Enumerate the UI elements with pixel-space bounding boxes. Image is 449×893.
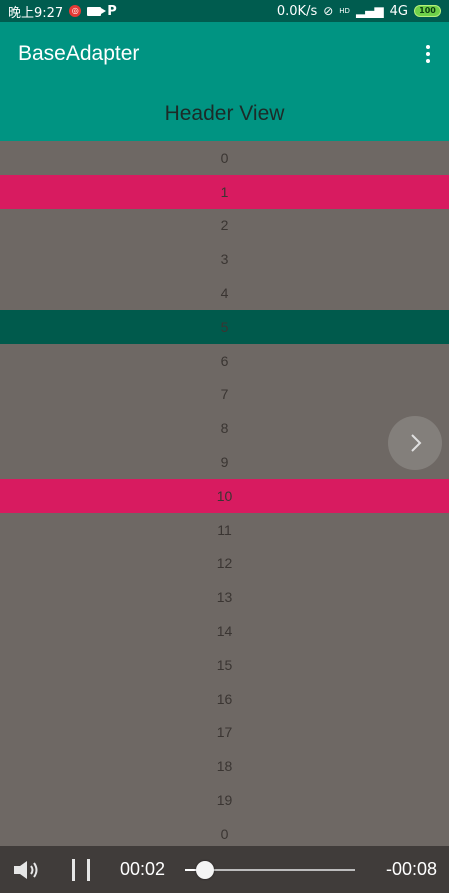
list-item-label: 7 <box>220 386 229 403</box>
header-view: Header View <box>0 86 449 141</box>
seek-bar[interactable] <box>185 860 356 879</box>
list-item[interactable]: 5 <box>0 309 449 344</box>
list-item[interactable]: 7 <box>0 378 449 412</box>
p-notification-icon: P <box>107 3 117 19</box>
list-item[interactable]: 1 <box>0 174 449 209</box>
seek-thumb[interactable] <box>196 860 215 879</box>
hd-label: HD <box>339 7 350 15</box>
time-elapsed: 00:02 <box>120 859 166 879</box>
app-bar: BaseAdapter <box>0 22 449 86</box>
list-item-label: 14 <box>216 623 233 640</box>
video-notification-icon <box>87 6 107 16</box>
list-item[interactable]: 3 <box>0 242 449 276</box>
list-item-label: 9 <box>220 454 229 471</box>
list-item[interactable]: 12 <box>0 547 449 581</box>
list-item-label: 4 <box>220 285 229 302</box>
list-item-label: 0 <box>220 149 229 166</box>
list-item[interactable]: 4 <box>0 276 449 310</box>
weibo-notification-icon: ◎ <box>69 5 82 17</box>
status-time: 晚上9:27 <box>8 5 64 21</box>
list-item[interactable]: 10 <box>0 478 449 513</box>
list-item-label: 17 <box>216 724 233 741</box>
next-button[interactable] <box>388 416 442 470</box>
player-controls: 00:02 -00:08 <box>0 846 449 893</box>
pause-icon[interactable] <box>72 858 90 881</box>
list-item[interactable]: 16 <box>0 682 449 716</box>
item-list[interactable]: 0 1 2 3 4 5 6 7 8 9 10 11 12 13 14 15 16 17 18 19 0 <box>0 141 449 851</box>
list-item-label: 8 <box>220 420 229 437</box>
list-item[interactable]: 17 <box>0 716 449 750</box>
list-item-label: 3 <box>220 251 229 268</box>
app-title: BaseAdapter <box>18 42 140 65</box>
list-item-label: 1 <box>220 183 229 200</box>
list-item[interactable]: 8 <box>0 411 449 445</box>
list-item-label: 11 <box>217 521 232 538</box>
list-item[interactable]: 2 <box>0 209 449 243</box>
chevron-right-icon <box>411 434 422 452</box>
list-item[interactable]: 18 <box>0 749 449 783</box>
list-item[interactable]: 19 <box>0 783 449 817</box>
list-item-label: 6 <box>220 352 229 369</box>
list-item[interactable]: 15 <box>0 648 449 682</box>
list-item[interactable]: 6 <box>0 344 449 378</box>
status-bar: 晚上9:27 ◎ P 0.0K/s ⊘ HD ▂▄▆ 4G 100 <box>0 0 449 22</box>
list-item-label: 19 <box>216 792 233 809</box>
network-type: 4G <box>389 3 408 19</box>
list-item-label: 10 <box>216 487 233 504</box>
list-item-label: 15 <box>216 656 233 673</box>
list-item-label: 0 <box>220 825 229 842</box>
list-item-label: 12 <box>216 555 233 572</box>
list-item-label: 16 <box>216 690 233 707</box>
list-item[interactable]: 14 <box>0 614 449 648</box>
list-item[interactable]: 13 <box>0 580 449 614</box>
list-item-label: 2 <box>220 217 229 234</box>
list-item[interactable]: 0 <box>0 141 449 175</box>
list-item-label: 5 <box>220 318 229 335</box>
more-vert-icon[interactable] <box>425 45 431 63</box>
net-speed: 0.0K/s <box>276 3 318 19</box>
list-item[interactable]: 9 <box>0 445 449 479</box>
list-item-label: 13 <box>216 589 233 606</box>
battery-icon: 100 <box>414 5 441 17</box>
alarm-off-icon: ⊘ <box>323 4 334 18</box>
time-remaining: -00:08 <box>385 859 437 879</box>
list-item[interactable]: 11 <box>0 513 449 547</box>
signal-icon: ▂▄▆ <box>355 4 384 18</box>
list-item-label: 18 <box>216 758 233 775</box>
volume-icon[interactable] <box>12 858 42 882</box>
